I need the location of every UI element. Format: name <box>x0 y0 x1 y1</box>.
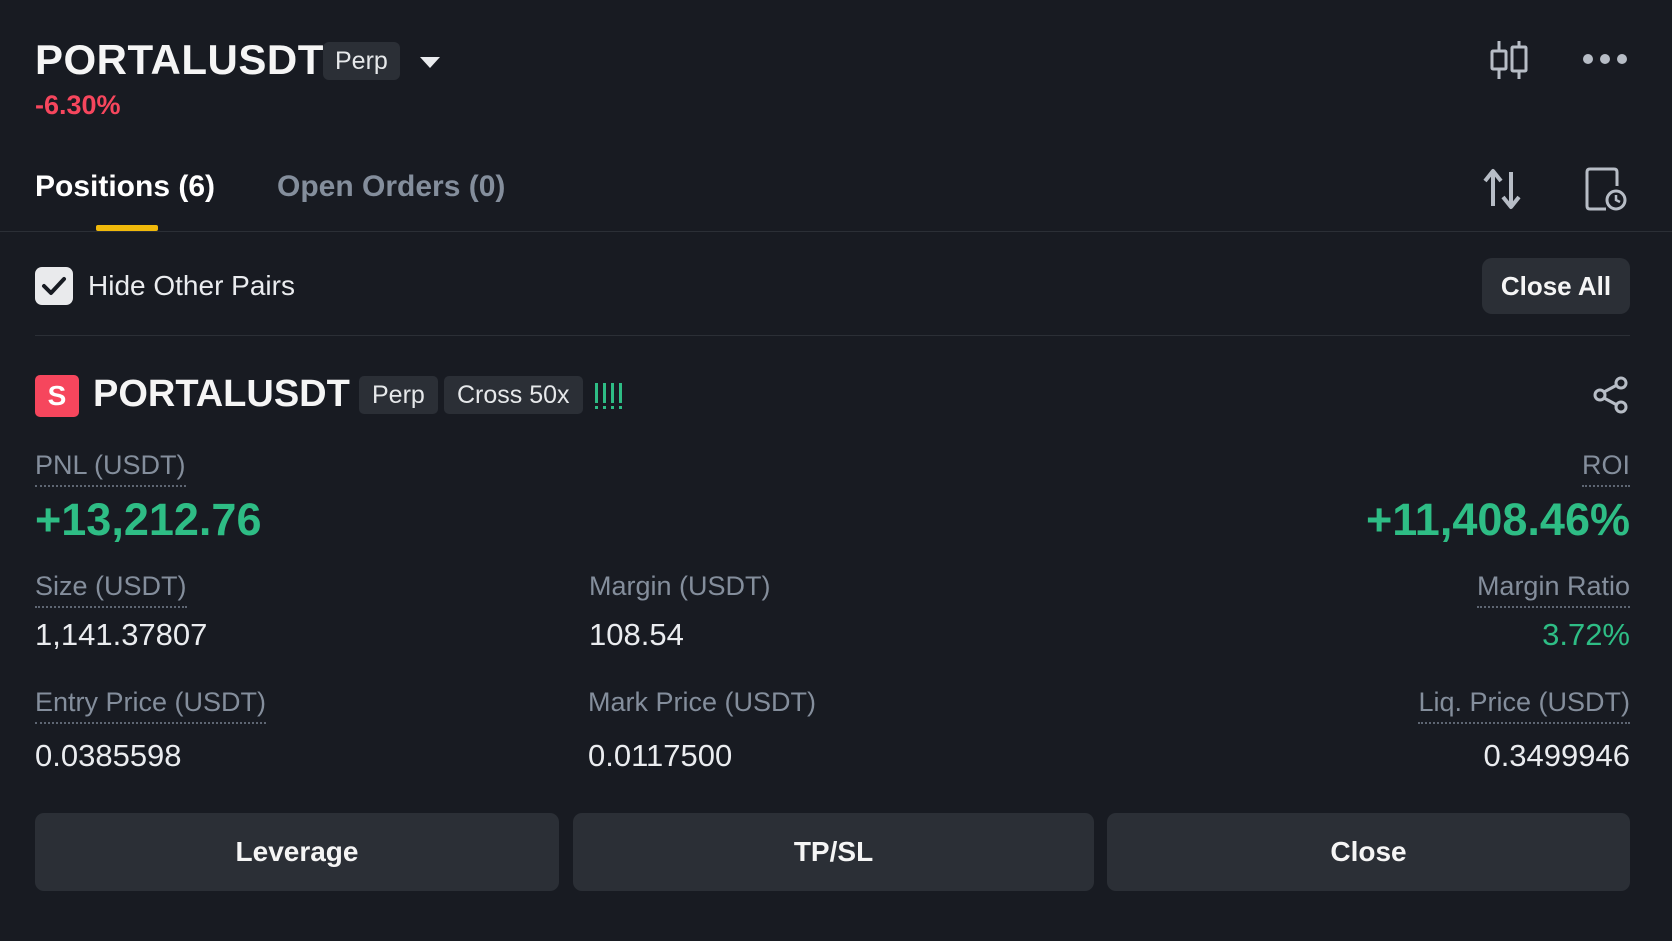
liq-price-value: 0.3499946 <box>1483 738 1630 773</box>
close-position-button[interactable]: Close <box>1107 813 1630 891</box>
hide-other-pairs-label[interactable]: Hide Other Pairs <box>88 270 295 302</box>
margin-mode-tag[interactable]: Cross 50x <box>444 376 583 414</box>
mark-price-value: 0.0117500 <box>588 738 733 773</box>
margin-value: 108.54 <box>589 617 684 652</box>
margin-ratio-label[interactable]: Margin Ratio <box>1476 571 1630 608</box>
more-icon[interactable] <box>1582 52 1628 66</box>
history-icon[interactable] <box>1584 166 1628 212</box>
signal-bars-icon <box>595 383 622 409</box>
position-contract-tag: Perp <box>359 376 438 414</box>
roi-label[interactable]: ROI <box>1581 450 1630 487</box>
tab-open-orders[interactable]: Open Orders (0) <box>277 170 505 204</box>
share-icon[interactable] <box>1592 376 1630 414</box>
symbol-title[interactable]: PORTALUSDT <box>35 36 324 84</box>
close-all-button[interactable]: Close All <box>1482 258 1630 314</box>
entry-price-value: 0.0385598 <box>35 738 182 773</box>
roi-value: +11,408.46% <box>1365 494 1630 545</box>
margin-ratio-value: 3.72% <box>1542 617 1630 652</box>
price-change: -6.30% <box>35 90 121 120</box>
liq-price-label[interactable]: Liq. Price (USDT) <box>1418 687 1630 724</box>
entry-price-label[interactable]: Entry Price (USDT) <box>35 687 267 724</box>
leverage-button[interactable]: Leverage <box>35 813 559 891</box>
tpsl-button[interactable]: TP/SL <box>573 813 1094 891</box>
pnl-label[interactable]: PNL (USDT) <box>35 450 186 487</box>
margin-label: Margin (USDT) <box>589 571 771 601</box>
position-symbol[interactable]: PORTALUSDT <box>93 373 350 416</box>
size-value: 1,141.37807 <box>35 617 208 652</box>
short-side-badge: S <box>35 375 79 417</box>
section-divider <box>35 335 1630 336</box>
tab-positions[interactable]: Positions (6) <box>35 170 215 204</box>
chevron-down-icon[interactable] <box>418 52 442 72</box>
checkmark-icon <box>42 277 66 295</box>
candlestick-chart-icon[interactable] <box>1488 38 1530 82</box>
hide-other-pairs-checkbox[interactable] <box>35 267 73 305</box>
size-label[interactable]: Size (USDT) <box>35 571 187 608</box>
contract-type-badge: Perp <box>323 42 400 80</box>
mark-price-label: Mark Price (USDT) <box>588 687 816 717</box>
pnl-value: +13,212.76 <box>35 494 262 545</box>
sort-icon[interactable] <box>1482 168 1522 210</box>
tabs-divider <box>0 231 1672 232</box>
